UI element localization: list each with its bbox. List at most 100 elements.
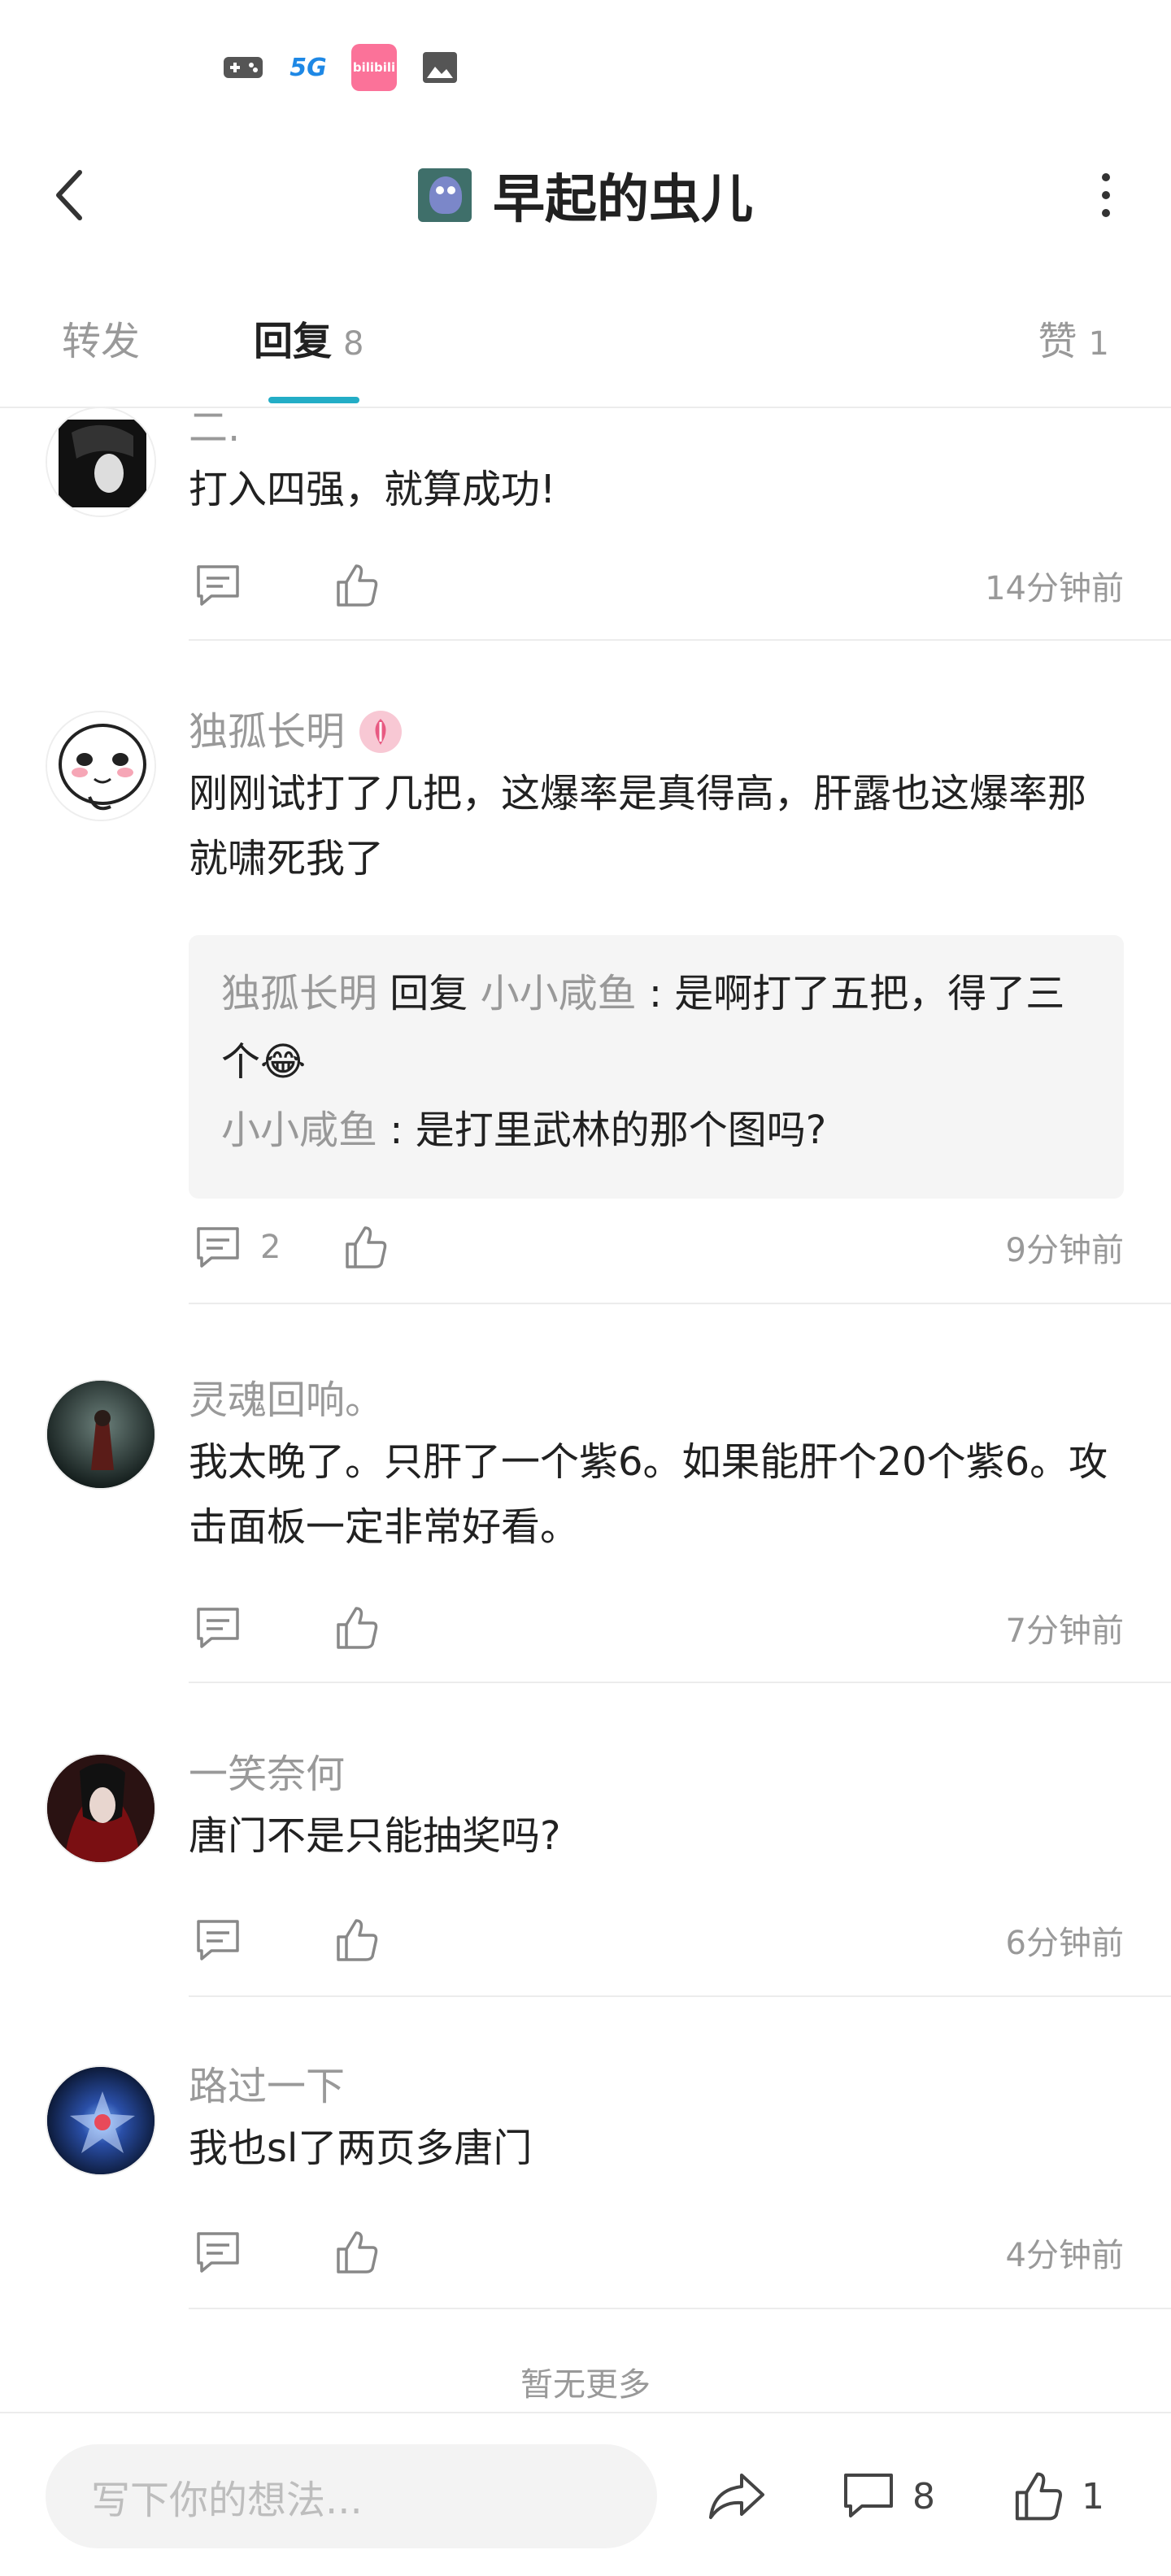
page-title-group: 早起的虫儿 [0, 163, 1171, 230]
bottom-bar: 写下你的想法... 8 1 [0, 2412, 1171, 2576]
tab-like[interactable]: 赞 1 [1038, 309, 1109, 366]
comment-icon [194, 1916, 242, 1965]
avatar[interactable] [418, 168, 472, 222]
more-dot [1102, 209, 1110, 217]
comment-count: 8 [912, 2475, 935, 2517]
like-button[interactable] [341, 1223, 390, 1272]
reply-button[interactable] [194, 2228, 242, 2277]
comment-icon [194, 561, 242, 610]
comment-actions: 7分钟前 [189, 1595, 1124, 1660]
tab-label: 转发 [62, 319, 141, 364]
comment-author[interactable]: 独孤长明 [189, 706, 345, 758]
comment-count-button[interactable]: 8 [842, 2464, 935, 2529]
comment-actions: 2 9分钟前 [189, 1215, 1124, 1280]
comment-author[interactable]: 灵魂回响。 [189, 1374, 1124, 1426]
5g-icon: 5G [289, 53, 327, 82]
comment-text: 我太晚了。只肝了一个紫6。如果能肝个20个紫6。攻击面板一定非常好看。 [189, 1439, 1108, 1550]
page-title: 早起的虫儿 [493, 170, 753, 230]
comment-item: 路过一下 我也sl了两页多唐门 4分钟前 [0, 1997, 1171, 2309]
comment-time: 14分钟前 [985, 570, 1124, 607]
thumbs-up-icon [337, 1607, 378, 1649]
more-dot [1102, 191, 1110, 199]
thumbs-up-icon [337, 2231, 378, 2274]
comment-time: 7分钟前 [1005, 1612, 1124, 1650]
avatar[interactable] [46, 1379, 156, 1490]
divider [189, 2308, 1171, 2309]
reply-word: 回复 [390, 971, 468, 1016]
comment-icon [194, 1603, 242, 1652]
reply-separator: : [648, 971, 663, 1016]
comment-icon [194, 1223, 242, 1272]
divider [189, 1303, 1171, 1304]
reply-author[interactable]: 独孤长明 [221, 971, 377, 1016]
reply-button[interactable]: 2 [194, 1223, 281, 1272]
status-icons: 5G bilibili [221, 44, 462, 91]
comment-item: 灵魂回响。 我太晚了。只肝了一个紫6。如果能肝个20个紫6。攻击面板一定非常好看… [0, 1309, 1171, 1683]
comment-text: 打入四强，就算成功! [189, 467, 556, 512]
like-button[interactable] [332, 1916, 381, 1965]
reply-button[interactable] [194, 1603, 242, 1652]
badge-icon [359, 711, 403, 753]
header: 早起的虫儿 [0, 130, 1171, 260]
comment-time: 4分钟前 [1005, 2237, 1124, 2274]
tab-label: 赞 [1038, 319, 1077, 364]
thumbs-up-icon [1015, 2472, 1062, 2521]
tab-count: 8 [343, 325, 364, 363]
tab-bar: 转发 回复 8 赞 1 [0, 276, 1171, 408]
no-more-text: 暂无更多 [520, 2366, 651, 2404]
comment-author[interactable]: 一笑奈何 [189, 1748, 1124, 1800]
avatar[interactable] [46, 711, 156, 821]
image-icon [418, 46, 462, 89]
more-dot [1102, 173, 1110, 181]
reply-text: 是打里武林的那个图吗? [415, 1107, 827, 1153]
reply-separator: : [390, 1107, 403, 1153]
comment-author[interactable]: 二. [189, 402, 1124, 454]
comment-icon [194, 2228, 242, 2277]
comment-icon [844, 2474, 893, 2517]
comment-time: 9分钟前 [1005, 1232, 1124, 1269]
comment-actions: 4分钟前 [189, 2220, 1124, 2285]
tab-reply[interactable]: 回复 8 [254, 309, 363, 366]
like-count: 1 [1082, 2475, 1104, 2517]
like-button[interactable] [332, 561, 381, 610]
comment-actions: 14分钟前 [189, 553, 1124, 618]
thumbs-up-icon [337, 564, 378, 607]
comment-time: 6分钟前 [1005, 1925, 1124, 1962]
bilibili-icon: bilibili [351, 44, 397, 91]
reply-preview-box[interactable]: 独孤长明 回复 小小咸鱼 : 是啊打了五把，得了三个😂 小小咸鱼 : 是打里武林… [189, 935, 1124, 1199]
thumbs-up-icon [337, 1919, 378, 1961]
like-button[interactable] [332, 2228, 381, 2277]
comment-item: 独孤长明 刚刚试打了几把，这爆率是真得高，肝露也这爆率那就啸死我了 独孤长明 回… [0, 641, 1171, 1308]
like-count-button[interactable]: 1 [1012, 2464, 1104, 2529]
comment-text: 唐门不是只能抽奖吗? [189, 1813, 561, 1859]
comment-item: 二. 打入四强，就算成功! 14分钟前 [0, 405, 1171, 641]
comment-item: 一笑奈何 唐门不是只能抽奖吗? 6分钟前 [0, 1685, 1171, 1997]
like-button[interactable] [332, 1603, 381, 1652]
thumbs-up-icon [346, 1226, 387, 1268]
comment-author-row: 独孤长明 [189, 706, 1124, 758]
gamepad-icon [221, 46, 265, 89]
tab-forward[interactable]: 转发 [62, 309, 140, 366]
status-bar: 5G bilibili [0, 0, 1171, 130]
comment-input[interactable]: 写下你的想法... [46, 2444, 657, 2548]
divider [189, 1682, 1171, 1683]
comment-actions: 6分钟前 [189, 1908, 1124, 1973]
comment-text: 我也sl了两页多唐门 [189, 2126, 533, 2171]
more-options-button[interactable] [1073, 163, 1138, 228]
tab-label: 回复 [254, 319, 333, 364]
avatar[interactable] [46, 2065, 156, 2176]
reply-line: 独孤长明 回复 小小咸鱼 : 是啊打了五把，得了三个😂 [221, 959, 1091, 1096]
reply-author[interactable]: 小小咸鱼 [221, 1107, 377, 1153]
share-button[interactable] [704, 2464, 769, 2529]
comment-text: 刚刚试打了几把，这爆率是真得高，肝露也这爆率那就啸死我了 [189, 771, 1087, 881]
reply-button[interactable] [194, 1916, 242, 1965]
comment-author[interactable]: 路过一下 [189, 2060, 1124, 2113]
avatar[interactable] [46, 407, 156, 517]
reply-button[interactable] [194, 561, 242, 610]
reply-count: 2 [260, 1229, 281, 1266]
tab-count: 1 [1088, 325, 1109, 363]
reply-target[interactable]: 小小咸鱼 [481, 971, 637, 1016]
reply-line: 小小咸鱼 : 是打里武林的那个图吗? [221, 1096, 1091, 1164]
share-icon [709, 2474, 764, 2519]
avatar[interactable] [46, 1753, 156, 1864]
